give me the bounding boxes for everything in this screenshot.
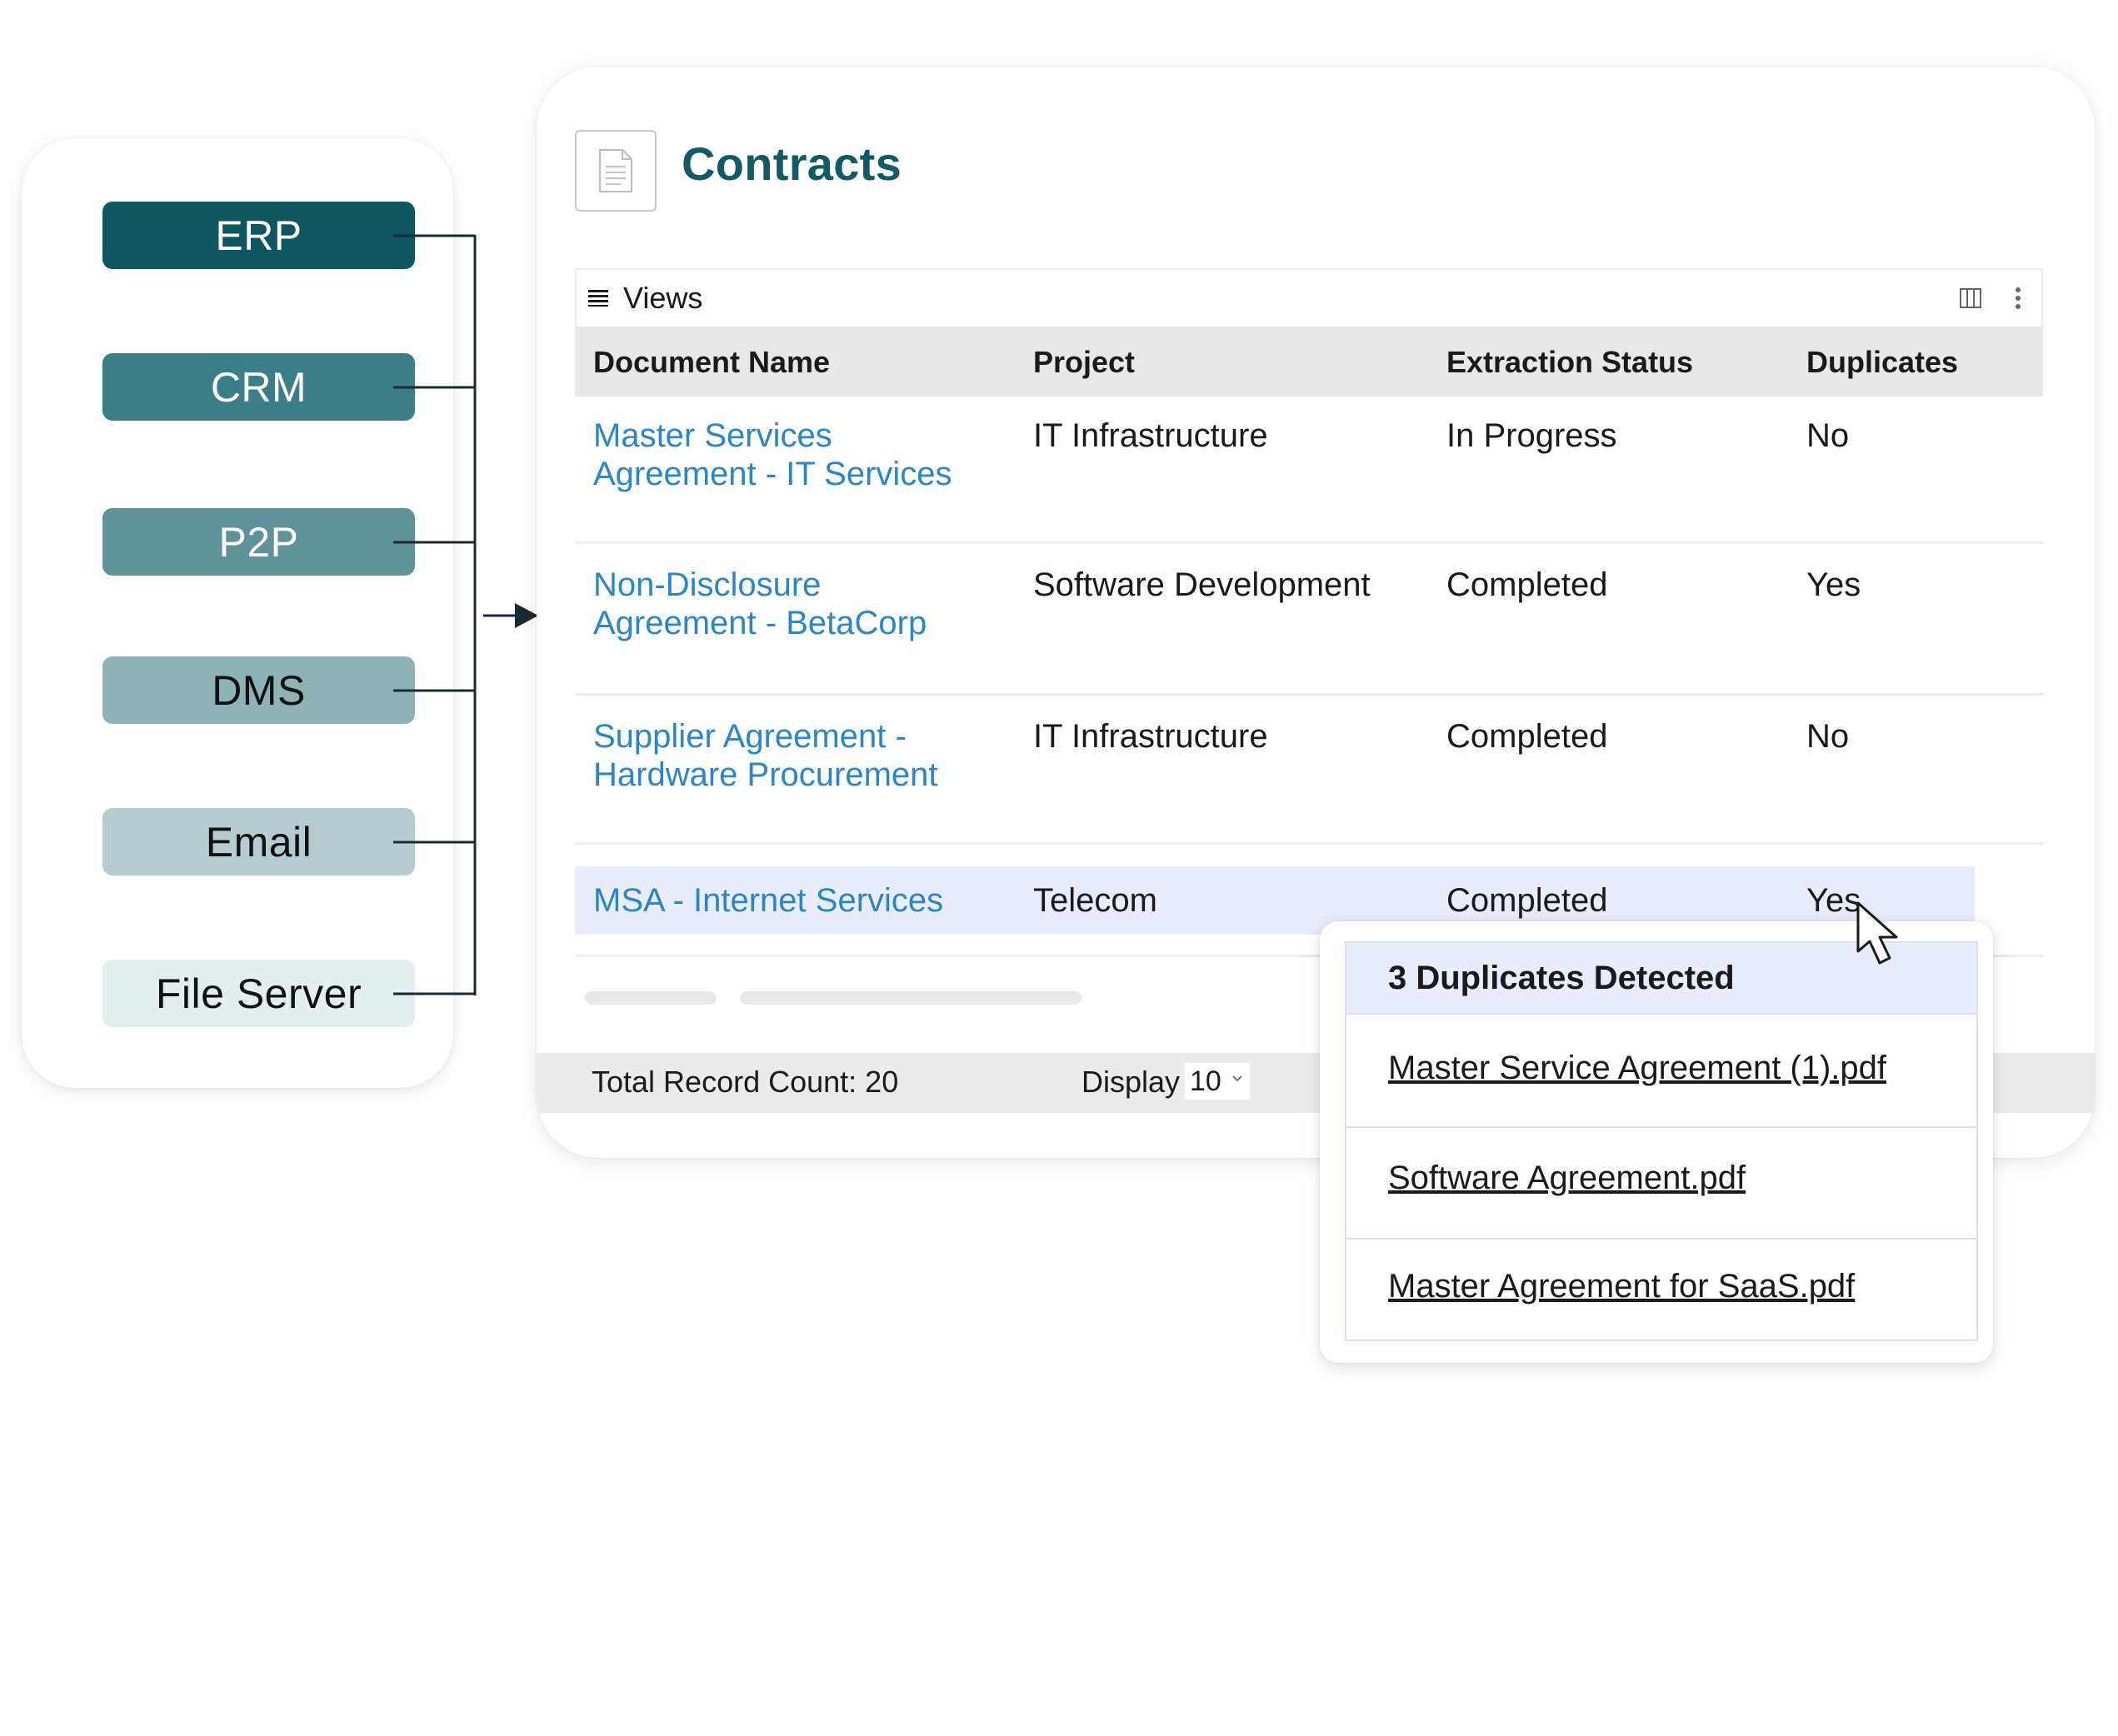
project-cell: Telecom	[1033, 882, 1157, 919]
views-toolbar: Views	[575, 268, 2043, 327]
source-label: Email	[205, 818, 312, 866]
mouse-pointer-icon	[1856, 901, 1898, 965]
document-name-link[interactable]: MSA - Internet Services	[593, 881, 943, 920]
column-header-extraction-status[interactable]: Extraction Status	[1446, 345, 1693, 380]
source-email[interactable]: Email	[102, 808, 415, 875]
column-header-project[interactable]: Project	[1033, 345, 1135, 380]
duplicate-file-link[interactable]: Software Agreement.pdf	[1388, 1160, 1746, 1197]
source-label: P2P	[218, 518, 299, 566]
source-label: ERP	[215, 212, 302, 259]
status-cell: Completed	[1446, 882, 1608, 919]
display-label: Display	[1081, 1065, 1181, 1099]
page-size-value: 10	[1190, 1065, 1221, 1097]
project-cell: Software Development	[1033, 566, 1371, 603]
duplicate-file-item: Software Agreement.pdf	[1346, 1126, 1976, 1240]
popup-title: 3 Duplicates Detected	[1388, 960, 1735, 996]
project-cell: IT Infrastructure	[1033, 718, 1268, 755]
duplicates-cell: No	[1806, 417, 1850, 454]
duplicates-cell[interactable]: Yes	[1806, 881, 1861, 920]
status-cell: Completed	[1446, 718, 1608, 755]
table-header: Document Name Project Extraction Status …	[575, 327, 2043, 397]
document-name-link[interactable]: Non-Disclosure Agreement - BetaCorp	[593, 566, 927, 642]
total-record-count: Total Record Count: 20	[592, 1065, 899, 1099]
column-header-duplicates[interactable]: Duplicates	[1806, 345, 1958, 380]
chevron-down-icon	[1232, 1075, 1242, 1082]
table-row: Supplier Agreement - Hardware Procurement…	[575, 696, 2043, 845]
project-cell: IT Infrastructure	[1033, 417, 1268, 454]
columns-icon[interactable]	[1960, 288, 1981, 308]
list-icon[interactable]	[588, 288, 608, 307]
source-label: File Server	[155, 970, 362, 1017]
duplicate-file-link[interactable]: Master Service Agreement (1).pdf	[1388, 1050, 1886, 1087]
source-label: CRM	[210, 363, 307, 411]
document-name-link[interactable]: Master Services Agreement - IT Services	[593, 417, 952, 493]
duplicates-list: 3 Duplicates Detected Master Service Agr…	[1345, 941, 1978, 1341]
duplicate-file-item: Master Service Agreement (1).pdf	[1346, 1013, 1976, 1128]
duplicates-cell[interactable]: Yes	[1806, 566, 1861, 604]
duplicates-popup: 3 Duplicates Detected Master Service Agr…	[1320, 921, 1993, 1363]
source-label: DMS	[212, 666, 306, 714]
table-row: Master Services Agreement - IT Services I…	[575, 397, 2043, 544]
source-crm[interactable]: CRM	[102, 353, 415, 421]
sources-panel: ERP CRM P2P DMS Email File Server	[22, 138, 453, 1088]
horizontal-scrollbar-track[interactable]	[740, 991, 1081, 1005]
duplicates-cell: No	[1806, 718, 1850, 755]
document-name-link[interactable]: Supplier Agreement - Hardware Procurement	[593, 717, 938, 794]
page-title: Contracts	[682, 137, 902, 190]
duplicate-file-item: Master Agreement for SaaS.pdf	[1346, 1238, 1976, 1339]
duplicate-file-link[interactable]: Master Agreement for SaaS.pdf	[1388, 1268, 1855, 1305]
source-file-server[interactable]: File Server	[102, 960, 415, 1027]
status-cell: Completed	[1446, 566, 1608, 603]
document-icon	[575, 130, 657, 212]
status-cell: In Progress	[1446, 417, 1617, 454]
views-button[interactable]: Views	[623, 281, 702, 316]
page-size-select[interactable]: 10	[1185, 1063, 1250, 1100]
table-row: Non-Disclosure Agreement - BetaCorp Softw…	[575, 544, 2043, 696]
source-p2p[interactable]: P2P	[102, 508, 415, 576]
source-erp[interactable]: ERP	[102, 202, 415, 269]
source-dms[interactable]: DMS	[102, 656, 415, 724]
arrow-right-icon	[515, 603, 538, 628]
kebab-menu-icon[interactable]	[2015, 287, 2021, 310]
column-header-document-name[interactable]: Document Name	[593, 345, 830, 380]
horizontal-scrollbar-thumb[interactable]	[585, 991, 717, 1005]
